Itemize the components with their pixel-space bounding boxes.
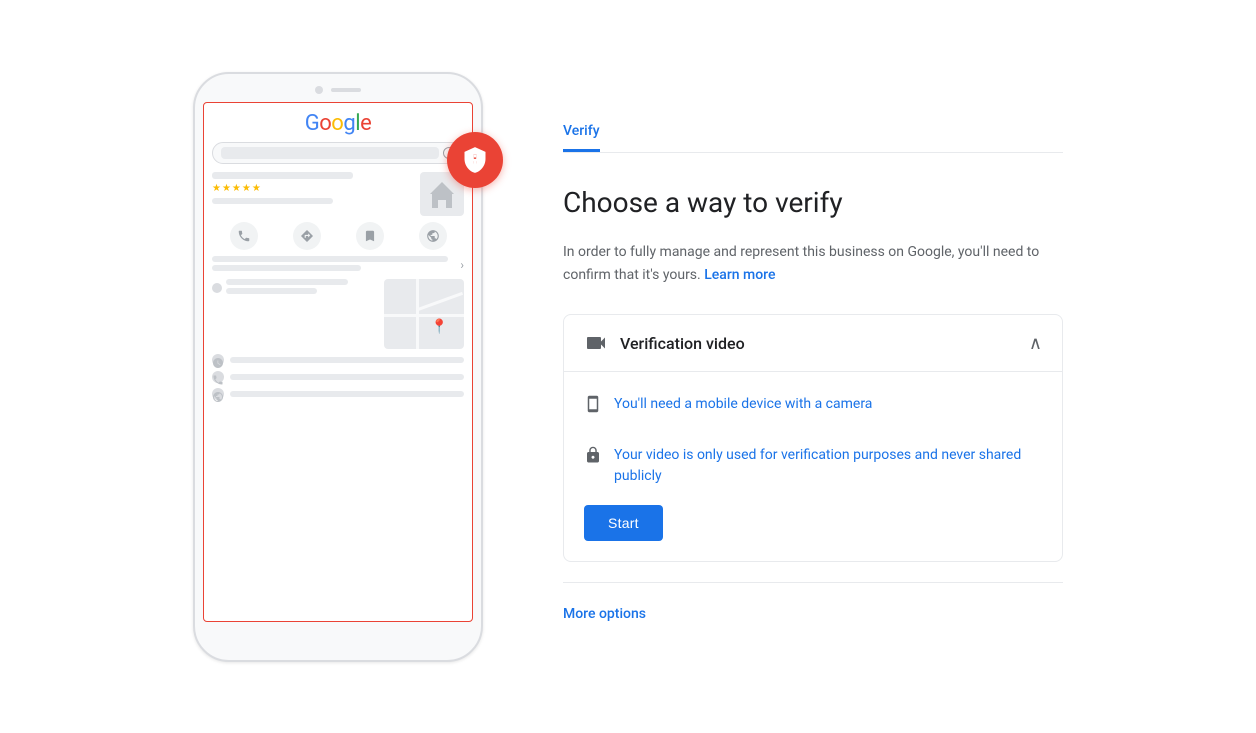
- stars: ★★★★★: [212, 183, 414, 194]
- shield-exclamation-icon: [461, 146, 489, 174]
- lock-icon-svg: [584, 446, 602, 464]
- google-logo: Google: [212, 111, 464, 136]
- logo-o1: o: [319, 111, 331, 136]
- option-details: You'll need a mobile device with a camer…: [564, 371, 1062, 561]
- phone-frame: Google ★★★★★: [193, 72, 483, 662]
- logo-o2: o: [331, 111, 343, 136]
- map-thumbnail: 📍: [384, 279, 464, 349]
- hours-text: [230, 357, 464, 363]
- logo-g2: g: [343, 111, 355, 136]
- video-camera-icon: [584, 331, 608, 355]
- more-options-link[interactable]: More options: [563, 606, 646, 622]
- business-name-line: [212, 172, 353, 179]
- map-pin: 📍: [431, 319, 448, 335]
- phone-row: [212, 371, 464, 383]
- ph-line-1: [212, 198, 333, 204]
- shield-badge: [447, 132, 503, 188]
- divider: [563, 582, 1063, 583]
- call-icon: [237, 229, 251, 243]
- tab-bar: Verify: [563, 111, 1063, 153]
- verification-option-card: Verification video ∧ You'll need a mobil…: [563, 314, 1063, 562]
- map-road-h: [384, 314, 464, 317]
- business-card: ★★★★★: [212, 172, 464, 216]
- verify-section: Verify Choose a way to verify In order t…: [563, 111, 1063, 622]
- learn-more-link[interactable]: Learn more: [704, 267, 775, 283]
- globe-btn: [419, 222, 447, 250]
- logo-e: e: [360, 111, 371, 136]
- addr-line-2: [226, 288, 317, 294]
- map-address-lines: [212, 279, 378, 349]
- hours-row: [212, 354, 464, 366]
- detail-item-privacy: Your video is only used for verification…: [584, 431, 1042, 487]
- phone-section: Google ★★★★★: [193, 72, 483, 662]
- description-text-part1: In order to fully manage and represent t…: [563, 244, 1039, 282]
- detail-item-mobile: You'll need a mobile device with a camer…: [584, 380, 1042, 417]
- chevron-icon: ›: [460, 258, 464, 272]
- business-info: ★★★★★: [212, 172, 414, 208]
- map-road-diag: [417, 291, 463, 310]
- search-bar: [212, 142, 464, 164]
- smartphone-icon: [584, 395, 602, 413]
- main-container: Google ★★★★★: [0, 0, 1256, 733]
- directions-btn: [293, 222, 321, 250]
- chevron-up-icon[interactable]: ∧: [1029, 333, 1042, 354]
- logo-g: G: [305, 111, 320, 136]
- phone-icon: [212, 371, 224, 383]
- search-bar-placeholder: [221, 147, 439, 159]
- video-icon: [584, 331, 608, 355]
- action-buttons: [212, 222, 464, 250]
- mobile-device-icon: [584, 395, 602, 417]
- website-row: [212, 388, 464, 400]
- save-btn: [356, 222, 384, 250]
- phone-text: [230, 374, 464, 380]
- clock-icon: [212, 354, 224, 366]
- website-icon: [212, 388, 224, 400]
- description-text: In order to fully manage and represent t…: [563, 241, 1063, 286]
- detail-item-mobile-text: You'll need a mobile device with a camer…: [614, 394, 872, 415]
- save-icon: [363, 229, 377, 243]
- website-text: [230, 391, 464, 397]
- directions-icon: [300, 229, 314, 243]
- store-icon: [428, 180, 456, 208]
- addr-line-1: [226, 279, 348, 285]
- map-road-v: [416, 279, 419, 349]
- phone-camera: [315, 86, 323, 94]
- phone-notch: [195, 74, 481, 102]
- more-info-row: ›: [212, 256, 464, 275]
- start-button[interactable]: Start: [584, 505, 663, 541]
- detail-item-privacy-text: Your video is only used for verification…: [614, 445, 1042, 487]
- option-title: Verification video: [620, 334, 745, 353]
- ph-line-2: [212, 256, 448, 262]
- lock-icon: [584, 446, 602, 468]
- map-section: 📍: [212, 279, 464, 349]
- call-btn: [230, 222, 258, 250]
- option-header-left: Verification video: [584, 331, 745, 355]
- tab-verify[interactable]: Verify: [563, 111, 600, 152]
- location-icon: [212, 283, 222, 293]
- phone-screen: Google ★★★★★: [203, 102, 473, 622]
- phone-speaker: [331, 88, 361, 92]
- page-title: Choose a way to verify: [563, 185, 1063, 221]
- option-header[interactable]: Verification video ∧: [564, 315, 1062, 371]
- ph-line-3: [212, 265, 361, 271]
- globe-icon: [426, 229, 440, 243]
